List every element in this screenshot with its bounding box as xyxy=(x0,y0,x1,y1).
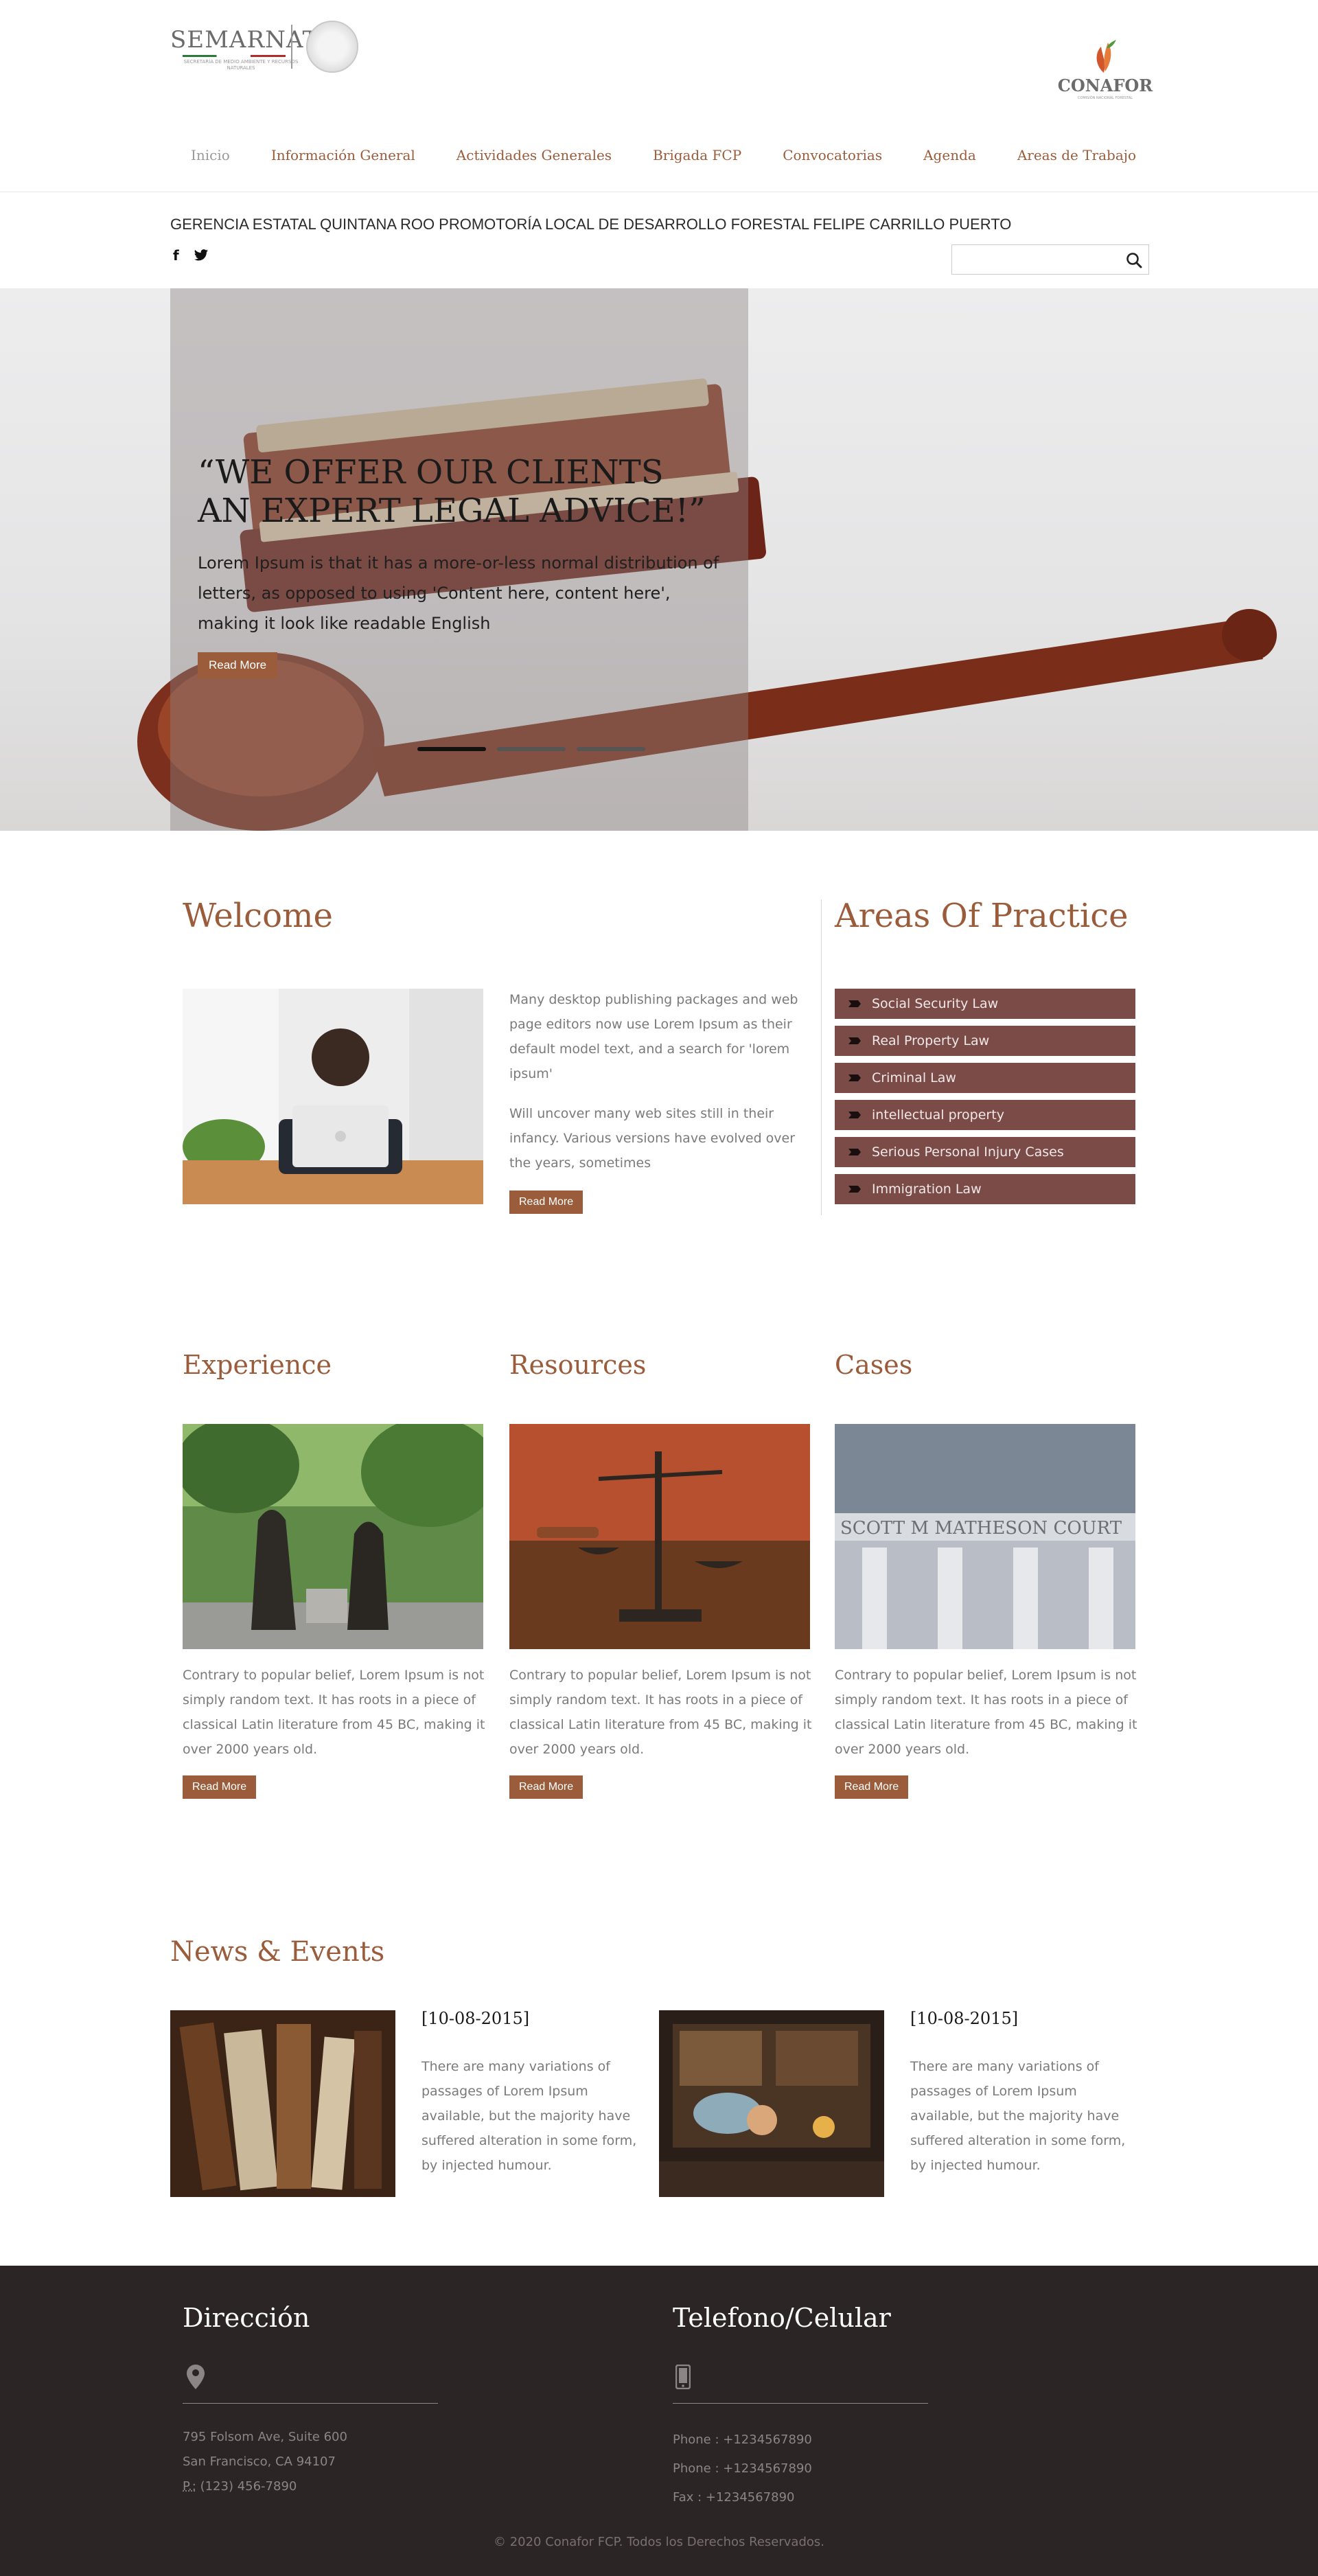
hero-title: “WE OFFER OUR CLIENTS AN EXPERT LEGAL AD… xyxy=(198,453,706,530)
facebook-icon[interactable]: f xyxy=(173,247,179,264)
semarnat-logo-text: SEMARNAT xyxy=(170,26,319,54)
resources-read-more-button[interactable]: Read More xyxy=(509,1775,583,1799)
slider-dot-2[interactable] xyxy=(497,747,566,751)
welcome-paragraph-1: Many desktop publishing packages and web… xyxy=(509,992,798,1081)
welcome-read-more-button[interactable]: Read More xyxy=(509,1191,583,1214)
news-date-2: [10-08-2015] xyxy=(910,2009,1019,2028)
mobile-phone-icon xyxy=(675,2365,691,2389)
slider-dot-1[interactable] xyxy=(417,747,486,751)
courthouse-inscription: SCOTT M MATHESON COURT xyxy=(840,1518,1122,1539)
practice-item-label: Social Security Law xyxy=(872,996,999,1011)
footer-address-line-2: San Francisco, CA 94107 xyxy=(183,2454,336,2469)
news-text-1: There are many variations of passages of… xyxy=(421,2059,637,2173)
practice-title: Areas Of Practice xyxy=(835,897,1129,935)
scales-of-justice-photo xyxy=(509,1424,810,1649)
arrow-icon xyxy=(848,1112,861,1118)
statues-photo xyxy=(183,1424,483,1649)
practice-item-personal-injury[interactable]: Serious Personal Injury Cases xyxy=(835,1137,1135,1167)
practice-item-real-property-law[interactable]: Real Property Law xyxy=(835,1026,1135,1056)
site-footer: Dirección 795 Folsom Ave, Suite 600 San … xyxy=(0,2266,1318,2576)
page-title: GERENCIA ESTATAL QUINTANA ROO PROMOTORÍA… xyxy=(170,216,1012,233)
nav-item-inicio[interactable]: Inicio xyxy=(174,141,251,174)
practice-item-immigration-law[interactable]: Immigration Law xyxy=(835,1174,1135,1204)
fairy-library-photo xyxy=(659,2010,884,2197)
practice-item-label: intellectual property xyxy=(872,1107,1004,1123)
cases-title: Cases xyxy=(835,1350,913,1380)
experience-title: Experience xyxy=(183,1350,332,1380)
main-nav: Inicio Información General Actividades G… xyxy=(174,141,1157,174)
footer-fax: Fax : +1234567890 xyxy=(673,2490,795,2505)
old-books-photo xyxy=(170,2010,395,2197)
footer-phone-2: Phone : +1234567890 xyxy=(673,2461,812,2476)
location-pin-icon xyxy=(187,2365,205,2389)
phone-abbr: P.: xyxy=(183,2479,196,2494)
nav-item-agenda[interactable]: Agenda xyxy=(903,141,997,174)
nav-item-convocatorias[interactable]: Convocatorias xyxy=(762,141,903,174)
footer-divider xyxy=(183,2403,438,2404)
conafor-logo[interactable]: CONAFOR COMISIÓN NACIONAL FORESTAL xyxy=(1057,38,1153,104)
practice-item-label: Criminal Law xyxy=(872,1070,956,1085)
twitter-icon[interactable] xyxy=(194,249,209,262)
news-date-1: [10-08-2015] xyxy=(421,2009,530,2028)
footer-address-title: Dirección xyxy=(183,2303,310,2333)
nav-item-actividades-generales[interactable]: Actividades Generales xyxy=(436,141,632,174)
search-input[interactable] xyxy=(958,251,1115,268)
resources-text: Contrary to popular belief, Lorem Ipsum … xyxy=(509,1668,812,1757)
arrow-icon xyxy=(848,1037,861,1044)
semarnat-logo-subtitle: SECRETARÍA DE MEDIO AMBIENTE Y RECURSOS … xyxy=(183,59,299,71)
footer-phone-1: Phone : +1234567890 xyxy=(673,2433,812,2447)
welcome-title: Welcome xyxy=(183,897,333,935)
nav-item-areas-de-trabajo[interactable]: Areas de Trabajo xyxy=(997,141,1157,174)
practice-item-label: Serious Personal Injury Cases xyxy=(872,1145,1064,1160)
semarnat-logo[interactable]: SEMARNAT SECRETARÍA DE MEDIO AMBIENTE Y … xyxy=(170,21,362,73)
news-text-2: There are many variations of passages of… xyxy=(910,2059,1126,2173)
businessman-laptop-photo xyxy=(183,989,483,1204)
leaf-icon xyxy=(1096,40,1116,73)
practice-item-label: Immigration Law xyxy=(872,1182,982,1197)
national-seal-icon xyxy=(306,21,358,73)
hero-read-more-button[interactable]: Read More xyxy=(198,652,278,678)
hero-text: Lorem Ipsum is that it has a more-or-les… xyxy=(198,553,719,633)
experience-read-more-button[interactable]: Read More xyxy=(183,1775,257,1799)
welcome-paragraph-2: Will uncover many web sites still in the… xyxy=(509,1106,796,1171)
arrow-icon xyxy=(848,1186,861,1193)
practice-item-intellectual-property[interactable]: intellectual property xyxy=(835,1100,1135,1130)
arrow-icon xyxy=(848,1149,861,1155)
site-header: SEMARNAT SECRETARÍA DE MEDIO AMBIENTE Y … xyxy=(0,0,1318,192)
footer-address-phone-number: (123) 456-7890 xyxy=(200,2479,297,2494)
resources-title: Resources xyxy=(509,1350,647,1380)
flag-stripe xyxy=(183,55,286,57)
nav-item-informacion-general[interactable]: Información General xyxy=(251,141,436,174)
footer-contact-title: Telefono/Celular xyxy=(673,2303,891,2333)
search-icon[interactable] xyxy=(1125,251,1143,269)
practice-item-label: Real Property Law xyxy=(872,1033,990,1048)
cases-read-more-button[interactable]: Read More xyxy=(835,1775,909,1799)
search-box xyxy=(951,244,1149,275)
arrow-icon xyxy=(848,1074,861,1081)
news-title: News & Events xyxy=(170,1936,385,1968)
section-divider xyxy=(821,899,822,1215)
copyright: © 2020 Conafor FCP. Todos los Derechos R… xyxy=(493,2535,825,2549)
courthouse-photo: SCOTT M MATHESON COURT xyxy=(835,1424,1135,1649)
arrow-icon xyxy=(848,1000,861,1007)
cases-text: Contrary to popular belief, Lorem Ipsum … xyxy=(835,1668,1137,1757)
footer-divider xyxy=(673,2403,928,2404)
logo-divider xyxy=(291,25,292,69)
experience-text: Contrary to popular belief, Lorem Ipsum … xyxy=(183,1668,485,1757)
conafor-logo-subtitle: COMISIÓN NACIONAL FORESTAL xyxy=(1077,96,1133,100)
slider-dot-3[interactable] xyxy=(577,747,645,751)
footer-address-phone: P.: (123) 456-7890 xyxy=(183,2474,297,2499)
practice-item-criminal-law[interactable]: Criminal Law xyxy=(835,1063,1135,1093)
practice-item-social-security-law[interactable]: Social Security Law xyxy=(835,989,1135,1019)
footer-address-line-1: 795 Folsom Ave, Suite 600 xyxy=(183,2430,347,2444)
hero-slider: “WE OFFER OUR CLIENTS AN EXPERT LEGAL AD… xyxy=(0,288,1318,831)
conafor-logo-text: CONAFOR xyxy=(1057,76,1153,95)
nav-item-brigada-fcp[interactable]: Brigada FCP xyxy=(632,141,762,174)
